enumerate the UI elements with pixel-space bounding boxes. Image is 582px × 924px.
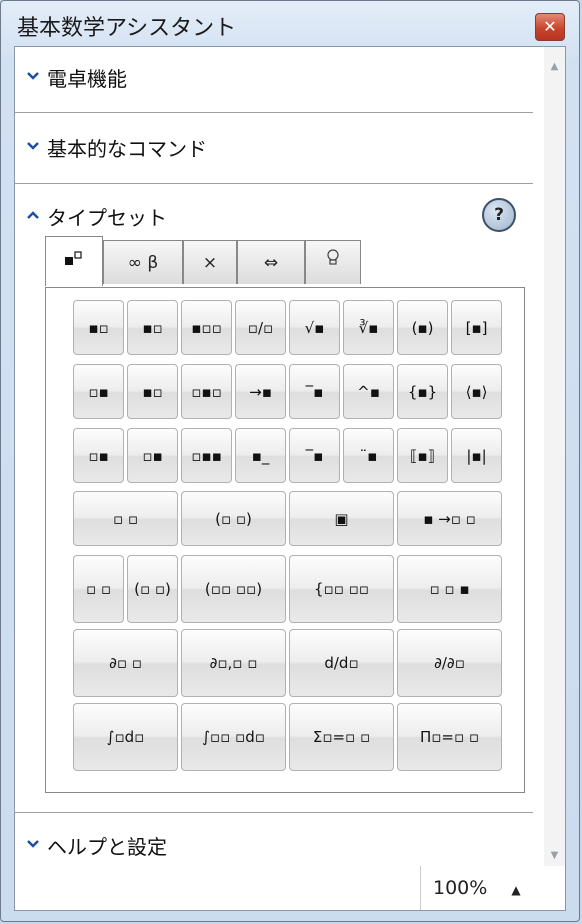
palette-button[interactable]: ▫ ▫	[73, 491, 178, 546]
palette-button[interactable]: ⟨▪⟩	[451, 364, 502, 419]
section-header-calculator[interactable]: 電卓機能	[27, 60, 127, 94]
palette-button[interactable]: ▫▪	[73, 428, 124, 483]
palette-button[interactable]: (▫ ▫)	[181, 491, 286, 546]
palette-button[interactable]: (▫▫ ▫▫)	[181, 555, 286, 623]
palette-button[interactable]: ∫▫d▫	[73, 703, 178, 771]
palette-button[interactable]: ∂/∂▫	[397, 629, 502, 697]
chevron-up-icon	[27, 209, 41, 223]
palette-button[interactable]: ▫▪▪	[181, 428, 232, 483]
lightbulb-icon	[327, 249, 339, 265]
palette-button[interactable]: ▪_	[235, 428, 286, 483]
help-button[interactable]: ?	[482, 198, 516, 232]
palette-button[interactable]: ^▪	[343, 364, 394, 419]
palette-button[interactable]: ‾▪	[289, 364, 340, 419]
palette-button[interactable]: ▪ →▫ ▫	[397, 491, 502, 546]
section-header-basic-commands[interactable]: 基本的なコマンド	[27, 130, 207, 164]
content-panel: 電卓機能 基本的なコマンド タイプセット ? ∞ β × ⇔ ▪▫ ▪▫ ▪▫▫…	[14, 46, 566, 911]
tab-arrows[interactable]: ⇔	[237, 240, 305, 284]
tab-lightbulb[interactable]	[305, 240, 361, 284]
zoom-value: 100%	[433, 877, 488, 899]
math-assistant-window: 基本数学アシスタント ✕ 電卓機能 基本的なコマンド タイプセット ? ∞ β …	[0, 0, 580, 922]
section-basic-commands: 基本的なコマンド	[15, 112, 533, 184]
section-label: 基本的なコマンド	[47, 136, 207, 161]
section-help-settings: ヘルプと設定	[15, 812, 533, 868]
scroll-down-arrow-icon[interactable]: ▼	[544, 846, 565, 866]
section-label: タイプセット	[47, 205, 167, 230]
tab-symbols[interactable]: ∞ β	[103, 240, 183, 284]
palette-button[interactable]: ∂▫ ▫	[73, 629, 178, 697]
window-title: 基本数学アシスタント	[17, 16, 237, 41]
palette-button[interactable]: √▪	[289, 300, 340, 355]
palette-button[interactable]: ∫▫▫ ▫d▫	[181, 703, 286, 771]
palette-button[interactable]: ▪▫	[127, 300, 178, 355]
palette-button[interactable]: ▪▫	[73, 300, 124, 355]
section-label: 電卓機能	[47, 66, 127, 91]
section-typeset: タイプセット ? ∞ β × ⇔ ▪▫ ▪▫ ▪▫▫ ▫/▫ √▪ ∛▪ (▪) [▪] ▫▪ ▪…	[15, 183, 533, 813]
palette-button[interactable]: ⟦▪⟧	[397, 428, 448, 483]
title-bar[interactable]: 基本数学アシスタント ✕	[1, 1, 579, 47]
palette-button[interactable]: |▪|	[451, 428, 502, 483]
scroll-up-arrow-icon[interactable]: ▲	[544, 57, 565, 77]
chevron-down-icon	[27, 838, 41, 852]
chevron-down-icon	[27, 140, 41, 154]
tab-superscript[interactable]	[45, 236, 103, 286]
palette-button[interactable]: ▫ ▫	[73, 555, 124, 623]
palette-button[interactable]: ▣	[289, 491, 394, 546]
palette-button[interactable]: ▫▪	[73, 364, 124, 419]
palette-panel: ▪▫ ▪▫ ▪▫▫ ▫/▫ √▪ ∛▪ (▪) [▪] ▫▪ ▪▫ ▫▪▫ →▪ ‾▪ ^▪ {▪} ⟨▪⟩ ▫…	[45, 287, 525, 793]
palette-button[interactable]: ▫/▫	[235, 300, 286, 355]
chevron-down-icon	[27, 70, 41, 84]
close-button[interactable]: ✕	[535, 13, 565, 41]
palette-button[interactable]: (▪)	[397, 300, 448, 355]
palette-button[interactable]: ‾▪	[289, 428, 340, 483]
palette-button[interactable]: ▫▪▫	[181, 364, 232, 419]
palette-button[interactable]: Σ▫=▫ ▫	[289, 703, 394, 771]
palette-button[interactable]: Π▫=▫ ▫	[397, 703, 502, 771]
zoom-up-arrow-icon[interactable]: ▲	[511, 883, 520, 897]
palette-button[interactable]: →▪	[235, 364, 286, 419]
tab-operators[interactable]: ×	[183, 240, 237, 284]
palette-button[interactable]: ▫▪	[127, 428, 178, 483]
section-calculator: 電卓機能	[15, 47, 533, 113]
zoom-control[interactable]: 100% ▲	[420, 866, 565, 910]
palette-button[interactable]: d/d▫	[289, 629, 394, 697]
palette-button[interactable]: [▪]	[451, 300, 502, 355]
palette-button[interactable]: {▪}	[397, 364, 448, 419]
section-label: ヘルプと設定	[47, 834, 167, 859]
superscript-icon	[65, 251, 82, 265]
palette-button[interactable]: (▫ ▫)	[127, 555, 178, 623]
palette-button[interactable]: {▫▫ ▫▫	[289, 555, 394, 623]
palette-button[interactable]: ∛▪	[343, 300, 394, 355]
section-header-typeset[interactable]: タイプセット	[27, 199, 167, 233]
palette-button[interactable]: ▪▫▫	[181, 300, 232, 355]
palette-button[interactable]: ∂▫,▫ ▫	[181, 629, 286, 697]
palette-button[interactable]: ▪▫	[127, 364, 178, 419]
section-header-help-settings[interactable]: ヘルプと設定	[27, 828, 167, 862]
palette-button[interactable]: ▫ ▫ ▪	[397, 555, 502, 623]
palette-button[interactable]: ¨▪	[343, 428, 394, 483]
vertical-scrollbar[interactable]: ▲ ▼	[544, 47, 565, 866]
